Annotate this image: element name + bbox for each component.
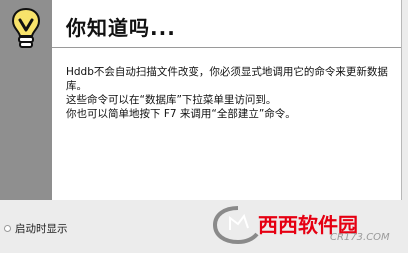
tip-line: 你也可以简单地按下 F7 来调用“全部建立”命令。 [66,108,296,120]
show-on-startup-label: 启动时显示 [15,222,68,235]
watermark-domain: CR173.COM [330,232,390,243]
dialog-title: 你知道吗... [66,16,176,40]
show-on-startup-option[interactable]: 启动时显示 [4,221,68,235]
sidebar-panel [0,0,52,200]
tip-dialog: 你知道吗... Hddb不会自动扫描文件改变，你必须显式地调用它的命令来更新数据… [0,0,408,253]
tip-content-panel: 你知道吗... Hddb不会自动扫描文件改变，你必须显式地调用它的命令来更新数据… [52,0,402,200]
lightbulb-icon [11,8,41,48]
title-divider [52,47,401,48]
show-on-startup-checkbox[interactable] [4,224,11,232]
tip-line: 这些命令可以在“数据库”下拉菜单里访问到。 [66,94,277,106]
tip-line: Hddb不会自动扫描文件改变，你必须显式地调用它的命令来更新数据库。 [66,66,388,92]
site-watermark-logo: 西西软件园 CR173.COM [212,206,390,245]
tip-message: Hddb不会自动扫描文件改变，你必须显式地调用它的命令来更新数据库。 这些命令可… [66,65,392,121]
